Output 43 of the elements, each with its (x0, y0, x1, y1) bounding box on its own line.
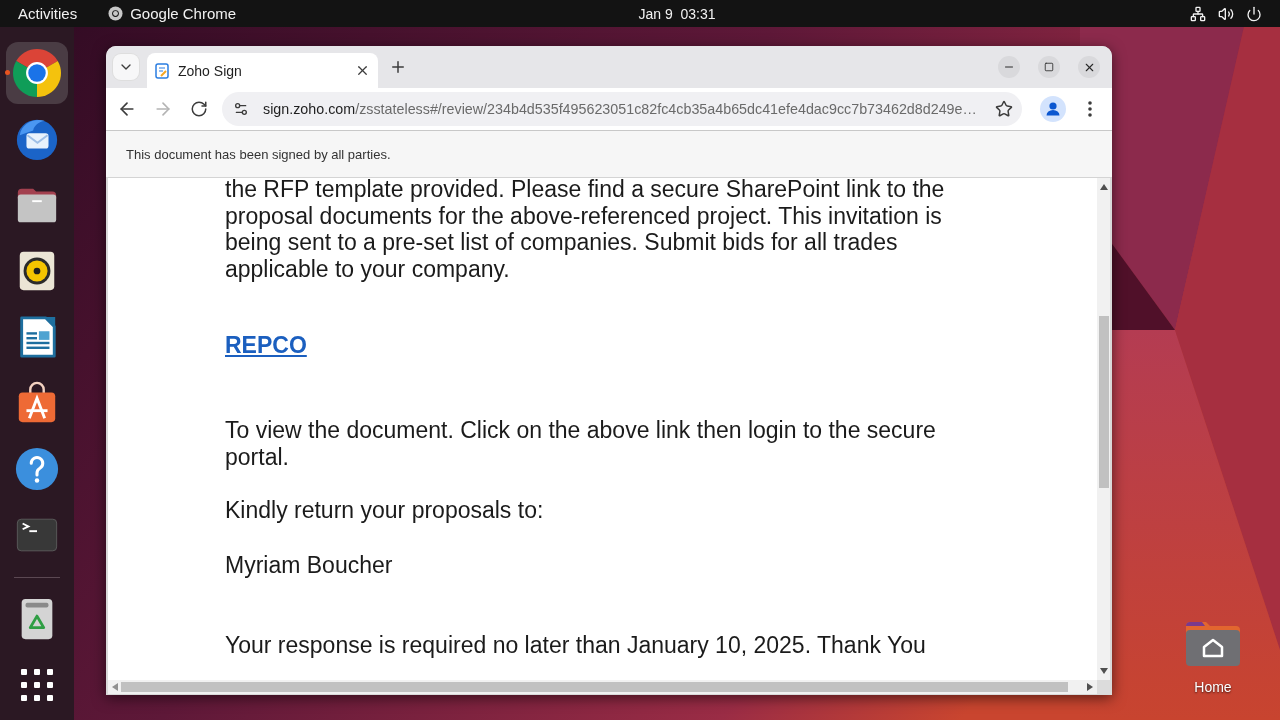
power-icon (1246, 5, 1262, 22)
document-paragraph: Myriam Boucher (225, 551, 394, 579)
dock-app-button[interactable] (6, 42, 68, 104)
scrollbar-thumb[interactable] (121, 682, 1068, 692)
horizontal-scrollbar[interactable] (108, 680, 1097, 694)
clock-button[interactable]: Jan 9 03:31 (628, 2, 726, 25)
address-bar[interactable]: sign.zoho.com/zsstateless#/review/234b4d535f495623051c82fc4cb35a4b65dc41efe4dac9cc7b73462d8d249e… (222, 92, 1022, 126)
document-icon (155, 62, 169, 79)
minimize-button[interactable] (998, 56, 1020, 78)
star-icon (995, 100, 1013, 118)
home-folder-icon[interactable] (1184, 620, 1242, 668)
network-icon (1190, 5, 1206, 22)
volume-icon (1218, 5, 1234, 22)
reload-icon (190, 100, 208, 118)
activities-button[interactable]: Activities (8, 2, 88, 25)
help-icon (14, 446, 60, 492)
scroll-right-arrow-icon[interactable] (1087, 683, 1093, 691)
document-link[interactable]: REPCO (225, 332, 307, 359)
document-paragraph: To view the document. Click on the above link then login to the secure portal. (225, 416, 937, 471)
document-paragraph: Kindly return your proposals to: (225, 497, 545, 524)
profile-button[interactable] (1037, 93, 1069, 125)
maximize-icon (1044, 62, 1054, 72)
app-grid-icon (21, 669, 53, 701)
sliders-icon (233, 101, 249, 117)
scrollbar-thumb[interactable] (1098, 316, 1109, 488)
vertical-scrollbar[interactable] (1097, 178, 1110, 680)
document-paragraph: the RFP template provided. Please find a secure SharePoint link to the proposal documents for the above-referenced project. This invitation is being sent to a pre-set list of companies. Submit bids for all trades applicable to your company. (225, 178, 946, 283)
account-icon (1040, 96, 1066, 122)
info-message: This document has been signed by all parties. (126, 146, 391, 162)
menu-icon (1088, 101, 1092, 117)
document-paragraph: Your response is required no later than January 10, 2025. Thank You (225, 632, 927, 659)
browser-icon (13, 49, 61, 97)
scroll-up-arrow-icon[interactable] (1099, 184, 1108, 190)
close-button[interactable] (1078, 56, 1100, 78)
desktop-icon-label: Home (1194, 679, 1232, 695)
url-text: sign.zoho.com/zsstateless#/review/234b4d535f495623051c82fc4cb35a4b65dc41efe4dac9cc7b73462d8d249e… (263, 101, 977, 117)
app-menu-button[interactable]: Google Chrome (98, 2, 247, 25)
scroll-left-arrow-icon[interactable] (112, 683, 118, 691)
browser-tab[interactable]: Zoho Sign (147, 53, 378, 88)
browser-icon (108, 6, 124, 21)
scroll-down-arrow-icon[interactable] (1099, 668, 1108, 674)
maximize-button[interactable] (1038, 56, 1060, 78)
plus-icon (389, 58, 407, 76)
